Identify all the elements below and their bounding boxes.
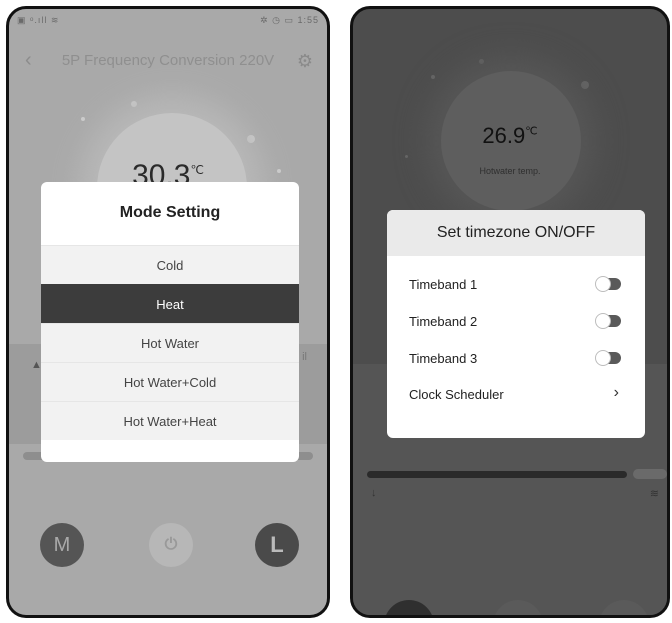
dialog-title: Set timezone ON/OFF [387, 210, 645, 256]
slider-track-rest [633, 469, 667, 479]
status-right: ✲ ◷ ▭ 1:55 [260, 15, 319, 25]
decor-dot [81, 117, 85, 121]
decor-dot [247, 135, 255, 143]
timeband-row-2: Timeband 2 [387, 303, 645, 339]
timeband-1-toggle[interactable] [595, 276, 621, 292]
mode-option-heat[interactable]: Heat [41, 284, 299, 323]
top-bar: ‹ 5P Frequency Conversion 220V ⚙ [9, 49, 327, 73]
temperature-slider[interactable] [367, 471, 627, 478]
mode-option-cold[interactable]: Cold [41, 245, 299, 284]
temperature-readout: 26.9℃ [353, 123, 667, 149]
page-title: 5P Frequency Conversion 220V [61, 52, 275, 69]
clock-scheduler-label: Clock Scheduler [409, 387, 504, 402]
left-phone-screen: ▣ ᵒ.ıll ≋ ✲ ◷ ▭ 1:55 ‹ 5P Frequency Conv… [6, 6, 330, 618]
mode-option-hot-water-heat[interactable]: Hot Water+Heat [41, 401, 299, 440]
right-phone-screen: 26.9℃ Hotwater temp. ↓ ≋ M ⏻ L Set timez… [350, 6, 670, 618]
temperature-unit: ℃ [525, 125, 538, 138]
decor-dot [431, 75, 435, 79]
clock-scheduler-row[interactable]: Clock Scheduler › [387, 376, 645, 412]
timeband-label: Timeband 3 [409, 351, 478, 366]
side-text: il [302, 351, 307, 363]
timeband-row-3: Timeband 3 [387, 340, 645, 376]
toggle-knob [595, 350, 611, 366]
dialog-title: Mode Setting [119, 204, 221, 221]
temperature-label: Hotwater temp. [479, 166, 541, 176]
toggle-knob [595, 313, 611, 329]
mode-button[interactable]: M [40, 523, 84, 567]
slider-mark-left: ↓ [371, 487, 377, 499]
power-button[interactable]: ⏻ [149, 523, 193, 567]
mode-option-hot-water[interactable]: Hot Water [41, 323, 299, 362]
decor-dot [479, 59, 484, 64]
timeband-label: Timeband 1 [409, 277, 478, 292]
clock-button[interactable]: L [255, 523, 299, 567]
mode-option-list: Cold Heat Hot Water Hot Water+Cold Hot W… [41, 245, 299, 440]
temperature-unit: ℃ [190, 163, 204, 177]
timeband-row-1: Timeband 1 [387, 266, 645, 302]
timeband-3-toggle[interactable] [595, 350, 621, 366]
timeband-label: Timeband 2 [409, 314, 478, 329]
mode-setting-dialog: Mode Setting Cold Heat Hot Water Hot Wat… [41, 182, 299, 462]
gear-icon[interactable]: ⚙ [297, 51, 313, 72]
slider-mark-right: ≋ [649, 488, 659, 500]
status-left: ▣ ᵒ.ıll ≋ [17, 15, 60, 25]
timeband-2-toggle[interactable] [595, 313, 621, 329]
status-bar: ▣ ᵒ.ıll ≋ ✲ ◷ ▭ 1:55 [9, 15, 327, 29]
timezone-dialog: Set timezone ON/OFF Timeband 1 Timeband … [387, 210, 645, 438]
decor-dot [131, 101, 137, 107]
chevron-right-icon: › [613, 384, 619, 401]
toggle-knob [595, 276, 611, 292]
decor-dot [405, 155, 408, 158]
temperature-value: 26.9 [482, 123, 526, 148]
decor-dot [581, 81, 589, 89]
mode-option-hot-water-cold[interactable]: Hot Water+Cold [41, 362, 299, 401]
